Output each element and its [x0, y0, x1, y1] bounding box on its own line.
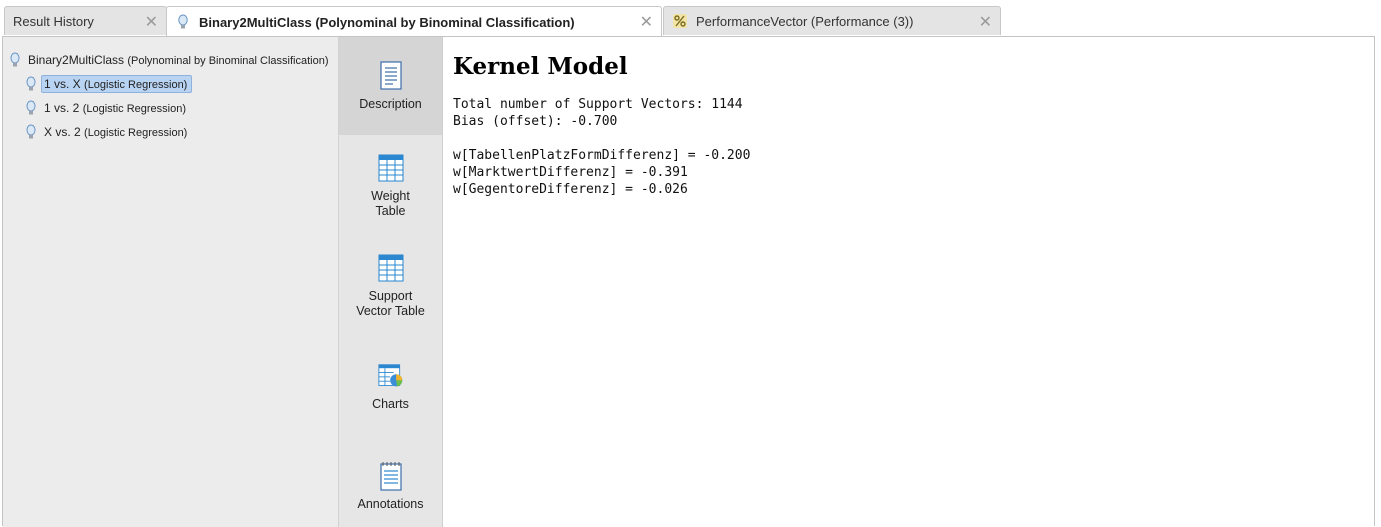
tab-label: Binary2MultiClass (Polynominal by Binomi…: [199, 14, 575, 30]
document-icon: [379, 61, 402, 90]
close-icon[interactable]: ✕: [979, 12, 992, 32]
view-label: Vector Table: [356, 304, 425, 318]
tab-label: PerformanceVector (Performance (3)): [696, 13, 914, 29]
tree-item-x-vs-2[interactable]: X vs. 2 (Logistic Regression): [25, 122, 192, 142]
view-annotations[interactable]: Annotations: [339, 461, 442, 521]
weight-line: w[GegentoreDifferenz] = -0.026: [453, 182, 688, 197]
view-label: Charts: [372, 397, 409, 411]
result-frame: Binary2MultiClass (Polynominal by Binomi…: [2, 36, 1375, 527]
tab-result-history[interactable]: Result History ✕: [4, 6, 167, 35]
close-icon[interactable]: ✕: [145, 12, 158, 32]
view-label: Description: [359, 97, 422, 111]
bulb-icon: [26, 124, 36, 139]
tab-binary2multiclass[interactable]: Binary2MultiClass (Polynominal by Binomi…: [166, 6, 662, 37]
tree-root[interactable]: Binary2MultiClass (Polynominal by Binomi…: [9, 50, 334, 70]
view-label: Annotations: [357, 497, 424, 511]
view-label: Table: [375, 204, 406, 218]
tree-item-label: 1 vs. X (Logistic Regression): [41, 75, 193, 93]
tab-label: Result History: [13, 13, 94, 29]
tree-item-label: 1 vs. 2 (Logistic Regression): [44, 101, 187, 115]
tab-performance-vector[interactable]: PerformanceVector (Performance (3)) ✕: [663, 6, 1001, 35]
tree-item-label: X vs. 2 (Logistic Regression): [44, 125, 188, 139]
table-icon: [378, 254, 403, 282]
tree-item-label: Binary2MultiClass (Polynominal by Binomi…: [28, 53, 329, 67]
view-description[interactable]: Description: [339, 37, 442, 135]
close-icon[interactable]: ✕: [640, 12, 653, 32]
table-icon: [378, 154, 403, 182]
description-content: Kernel Model Total number of Support Vec…: [453, 53, 1353, 198]
percent-icon: [673, 14, 687, 28]
weight-line: w[MarktwertDifferenz] = -0.391: [453, 165, 688, 180]
bulb-icon: [26, 100, 36, 115]
view-label: Support: [368, 289, 413, 303]
view-label: Weight: [371, 189, 410, 203]
tree-item-1-vs-x[interactable]: 1 vs. X (Logistic Regression): [25, 74, 193, 94]
bulb-icon: [10, 52, 20, 67]
bulb-icon: [178, 14, 188, 29]
view-charts[interactable]: Charts: [339, 361, 442, 421]
notepad-icon: [379, 462, 402, 491]
weight-line: w[TabellenPlatzFormDifferenz] = -0.200: [453, 148, 751, 163]
model-tree: Binary2MultiClass (Polynominal by Binomi…: [3, 37, 338, 527]
tab-bar: Result History ✕ Binary2MultiClass (Poly…: [0, 0, 1381, 37]
tree-item-1-vs-2[interactable]: 1 vs. 2 (Logistic Regression): [25, 98, 191, 118]
bias-offset: Bias (offset): -0.700: [453, 114, 618, 129]
support-vector-count: Total number of Support Vectors: 1144: [453, 97, 743, 112]
page-title: Kernel Model: [453, 53, 628, 80]
view-weight-table[interactable]: Weight Table: [339, 153, 442, 233]
view-selector: Description Weight Table Support Vector …: [338, 37, 443, 527]
chart-icon: [377, 364, 402, 387]
bulb-icon: [26, 76, 36, 91]
view-support-vector-table[interactable]: Support Vector Table: [339, 253, 442, 333]
